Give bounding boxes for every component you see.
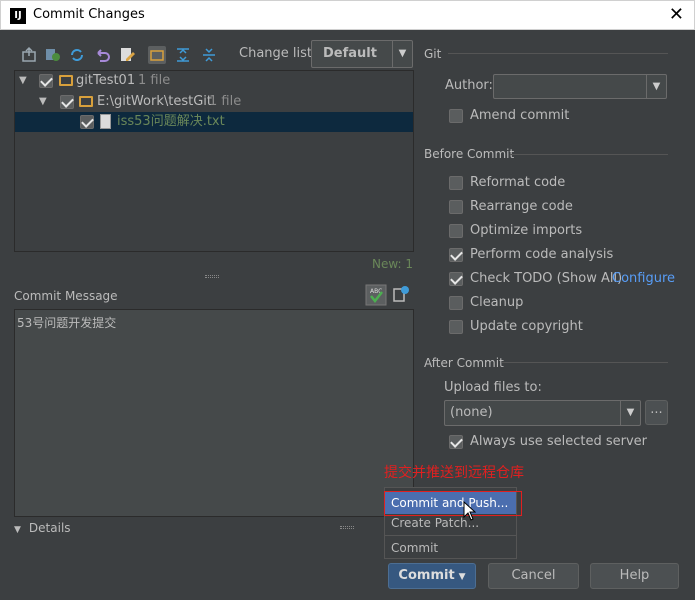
code-analysis-checkbox[interactable]: [449, 248, 463, 262]
tree-row-file[interactable]: iss53问题解决.txt: [15, 112, 413, 132]
details-toggle[interactable]: ▼ Details: [14, 521, 71, 535]
expand-arrow-icon[interactable]: ▼: [19, 71, 27, 91]
annotation-highlight-box: [384, 491, 522, 516]
upload-server-value: (none): [450, 405, 493, 420]
optimize-imports-label: Optimize imports: [470, 223, 583, 238]
check-todo-label: Check TODO (Show All): [470, 271, 623, 286]
check-todo-checkbox[interactable]: [449, 272, 463, 286]
title-bar: IJ Commit Changes ✕: [0, 0, 695, 30]
splitter-handle[interactable]: [205, 275, 219, 278]
commit-message-input[interactable]: 53号问题开发提交: [14, 309, 414, 517]
folder-icon: [59, 75, 73, 86]
update-copyright-checkbox[interactable]: [449, 320, 463, 334]
new-files-count: New: 1: [372, 257, 414, 271]
intellij-logo-icon: IJ: [10, 8, 26, 24]
annotation-text: 提交并推送到远程仓库: [384, 465, 524, 481]
include-checkbox[interactable]: [60, 95, 74, 109]
git-section-title: Git: [424, 47, 442, 61]
upload-label: Upload files to:: [444, 380, 542, 395]
mouse-cursor-icon: [463, 501, 476, 521]
cancel-button[interactable]: Cancel: [488, 563, 579, 589]
reformat-code-checkbox[interactable]: [449, 176, 463, 190]
amend-commit-checkbox[interactable]: [449, 109, 463, 123]
tree-node-count: 1 file: [209, 94, 242, 109]
author-combo[interactable]: ▼: [493, 74, 667, 99]
divider: [510, 154, 668, 155]
chevron-down-icon: ▼: [392, 41, 412, 67]
spellcheck-icon[interactable]: ABC: [365, 284, 387, 306]
expand-arrow-icon: ▼: [14, 525, 21, 535]
expand-arrow-icon[interactable]: ▼: [39, 92, 47, 112]
chevron-down-icon[interactable]: ▼: [646, 75, 666, 98]
help-button[interactable]: Help: [590, 563, 679, 589]
divider: [448, 53, 668, 54]
include-checkbox[interactable]: [39, 74, 53, 88]
tree-node-name: iss53问题解决.txt: [117, 114, 225, 129]
menu-divider: [385, 535, 516, 536]
configure-link[interactable]: Configure: [612, 270, 675, 288]
tree-row-root[interactable]: ▼ gitTest01 1 file: [15, 71, 413, 91]
amend-commit-label: Amend commit: [470, 108, 570, 123]
always-use-server-label: Always use selected server: [470, 434, 648, 449]
commit-message-text[interactable]: 53号问题开发提交: [17, 316, 116, 330]
rearrange-code-label: Rearrange code: [470, 199, 573, 214]
commit-message-label: Commit Message: [14, 289, 118, 303]
rollback-icon[interactable]: [93, 46, 111, 64]
text-file-icon: [100, 114, 111, 129]
changelist-value: Default: [323, 46, 377, 61]
commit-diff-icon[interactable]: [20, 46, 38, 64]
changelist-dropdown[interactable]: Default ▼: [311, 40, 413, 68]
close-button[interactable]: ✕: [669, 4, 684, 25]
group-by-directory-icon[interactable]: [148, 46, 166, 64]
divider: [502, 362, 668, 363]
chevron-down-icon: ▼: [620, 401, 640, 425]
chevron-down-icon: ▼: [458, 572, 466, 582]
commit-button-label: Commit: [398, 568, 455, 583]
edit-source-icon[interactable]: [118, 46, 136, 64]
window-title: Commit Changes: [33, 7, 145, 22]
rearrange-code-checkbox[interactable]: [449, 200, 463, 214]
commit-button[interactable]: Commit ▼: [388, 563, 476, 589]
tree-node-name: gitTest01: [76, 73, 136, 88]
cleanup-checkbox[interactable]: [449, 296, 463, 310]
splitter-handle[interactable]: [340, 526, 354, 529]
code-analysis-label: Perform code analysis: [470, 247, 614, 262]
reformat-code-label: Reformat code: [470, 175, 566, 190]
include-checkbox[interactable]: [80, 115, 94, 129]
optimize-imports-checkbox[interactable]: [449, 224, 463, 238]
upload-server-dropdown[interactable]: (none) ▼: [444, 400, 641, 426]
browse-servers-button[interactable]: ...: [645, 400, 668, 425]
refresh-status-icon[interactable]: [44, 46, 62, 64]
expand-all-icon[interactable]: [174, 46, 192, 64]
update-copyright-label: Update copyright: [470, 319, 583, 334]
always-use-server-checkbox[interactable]: [449, 435, 463, 449]
after-commit-title: After Commit: [424, 356, 504, 370]
changes-tree[interactable]: ▼ gitTest01 1 file ▼ E:\gitWork\testGit …: [14, 70, 414, 252]
before-commit-title: Before Commit: [424, 147, 515, 161]
refresh-icon[interactable]: [68, 46, 86, 64]
author-label: Author:: [445, 78, 493, 93]
menu-item-commit[interactable]: Commit: [385, 537, 516, 559]
folder-icon: [79, 96, 93, 107]
tree-node-count: 1 file: [138, 73, 171, 88]
tree-node-name: E:\gitWork\testGit: [97, 94, 212, 109]
collapse-all-icon[interactable]: [200, 46, 218, 64]
cleanup-label: Cleanup: [470, 295, 524, 310]
tree-row-directory[interactable]: ▼ E:\gitWork\testGit 1 file: [15, 92, 413, 112]
changelist-label: Change list:: [239, 46, 317, 61]
details-label: Details: [28, 521, 71, 535]
commit-history-icon[interactable]: [392, 285, 410, 303]
